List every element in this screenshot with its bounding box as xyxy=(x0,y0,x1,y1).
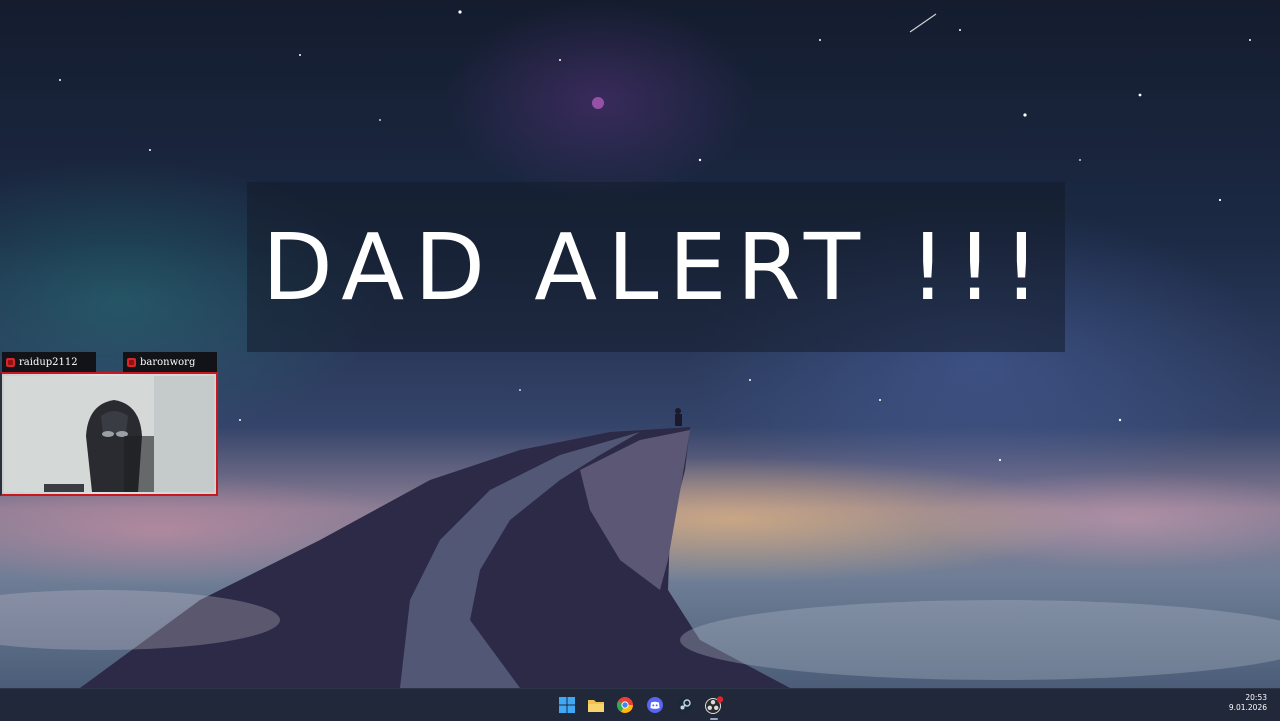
taskbar: 20:53 9.01.2026 xyxy=(0,688,1280,721)
chat-user-icon xyxy=(127,357,136,367)
file-explorer-icon[interactable] xyxy=(586,696,606,714)
chat-user-icon xyxy=(6,357,15,367)
chat-username: baronworg xyxy=(140,356,196,368)
discord-icon[interactable] xyxy=(645,696,665,714)
chat-tag-user-1: raidup2112 xyxy=(2,352,96,372)
chrome-icon[interactable] xyxy=(615,696,635,714)
alert-text: DAD ALERT !!! xyxy=(262,213,1050,321)
windows-start-icon[interactable] xyxy=(557,696,577,714)
webcam-feed xyxy=(0,372,218,496)
obs-icon[interactable] xyxy=(704,696,724,714)
chat-username: raidup2112 xyxy=(19,356,78,368)
gaming-chair-icon xyxy=(4,376,214,492)
clock-time: 20:53 xyxy=(1245,693,1267,702)
system-clock[interactable]: 20:53 9.01.2026 xyxy=(1229,693,1267,713)
chat-tag-user-2: baronworg xyxy=(123,352,217,372)
steam-icon[interactable] xyxy=(675,696,695,714)
clock-date: 9.01.2026 xyxy=(1228,703,1267,712)
dad-alert-banner: DAD ALERT !!! xyxy=(247,182,1065,352)
